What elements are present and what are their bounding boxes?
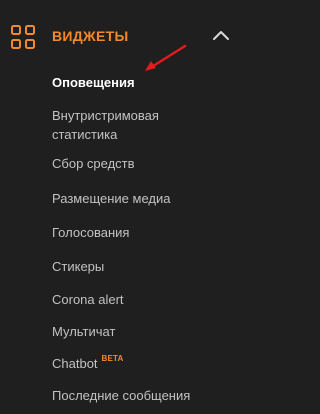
widgets-section-header[interactable]: ВИДЖЕТЫ bbox=[0, 0, 249, 74]
beta-badge: BETA bbox=[101, 354, 124, 363]
menu-item-fundraising[interactable]: Сбор средств bbox=[52, 154, 237, 173]
widgets-menu-panel: ВИДЖЕТЫ Оповещения Внутристримовая стати… bbox=[0, 0, 249, 414]
menu-item-chatbot[interactable]: Chatbot BETA bbox=[52, 354, 237, 373]
menu-item-alerts[interactable]: Оповещения bbox=[52, 73, 237, 92]
menu-item-media-placement[interactable]: Размещение медиа bbox=[52, 189, 237, 208]
menu-item-recent-messages[interactable]: Последние сообщения bbox=[52, 386, 237, 405]
menu-item-polls[interactable]: Голосования bbox=[52, 223, 237, 242]
menu-item-label: Chatbot bbox=[52, 356, 98, 371]
menu-item-stream-stats[interactable]: Внутристримовая статистика bbox=[52, 106, 200, 144]
menu-item-label: Сбор средств bbox=[52, 156, 135, 171]
menu-item-stickers[interactable]: Стикеры bbox=[52, 257, 237, 276]
menu-item-multichat[interactable]: Мультичат bbox=[52, 322, 237, 341]
widgets-section-title: ВИДЖЕТЫ bbox=[52, 28, 129, 44]
menu-item-label: Оповещения bbox=[52, 75, 135, 90]
chevron-up-icon[interactable] bbox=[212, 29, 230, 41]
grid-icon bbox=[11, 25, 35, 49]
menu-item-corona-alert[interactable]: Corona alert bbox=[52, 290, 237, 309]
menu-item-label: Последние сообщения bbox=[52, 388, 191, 403]
menu-item-label: Голосования bbox=[52, 225, 130, 240]
menu-item-label: Стикеры bbox=[52, 259, 105, 274]
menu-item-label: Размещение медиа bbox=[52, 191, 171, 206]
menu-item-label: Внутристримовая статистика bbox=[52, 108, 159, 142]
menu-item-label: Мультичат bbox=[52, 324, 116, 339]
menu-item-label: Corona alert bbox=[52, 292, 124, 307]
